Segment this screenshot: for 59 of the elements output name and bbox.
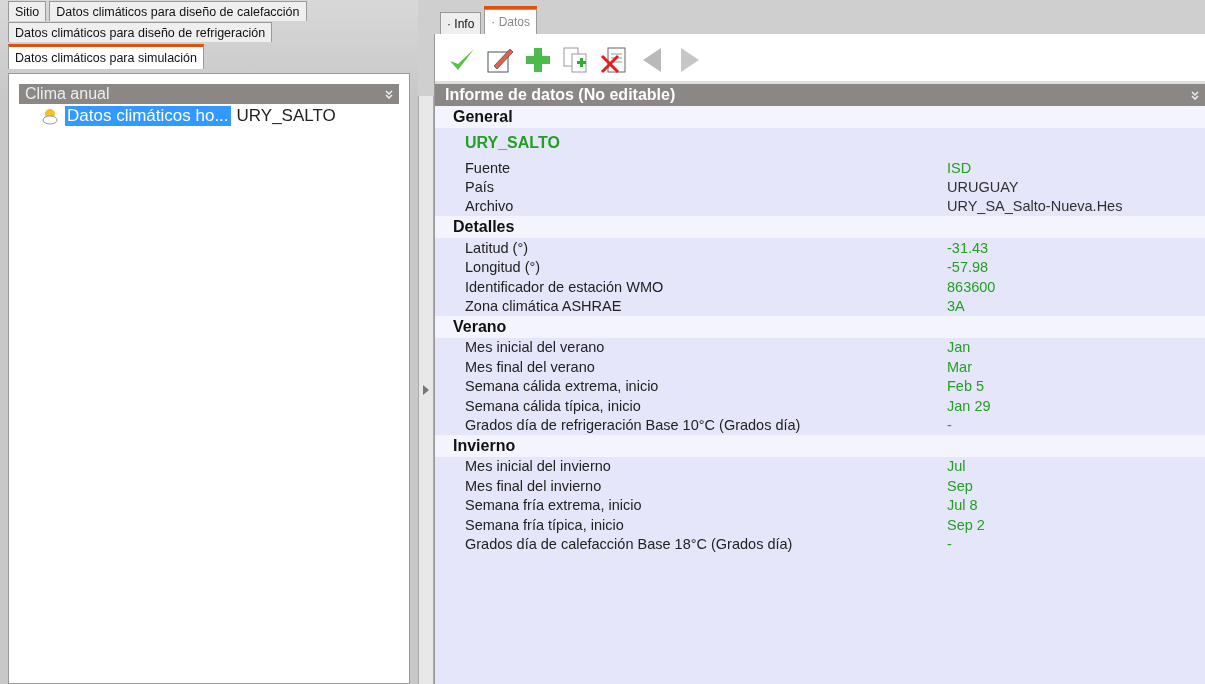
field-label: País <box>465 179 495 196</box>
field-value: - <box>947 417 953 433</box>
field-label: Semana cálida extrema, inicio <box>465 378 660 395</box>
field-label: Semana fría extrema, inicio <box>465 497 643 514</box>
field-label: Semana cálida típica, inicio <box>465 397 642 414</box>
section-title: Invierno <box>435 434 1205 457</box>
tree-item-value: URY_SALTO <box>236 106 336 126</box>
splitter[interactable] <box>418 96 434 684</box>
field-value: - <box>947 535 953 552</box>
plus-icon <box>524 46 552 74</box>
field-value: 863600 <box>947 278 997 295</box>
field-value: -57.98 <box>947 259 990 276</box>
toolbar-button[interactable] <box>599 44 629 76</box>
field-label: Archivo <box>465 198 515 215</box>
field-value: Sep 2 <box>947 516 986 533</box>
field-label: Grados día de refrigeración Base 10°C (Grados día) <box>465 417 802 433</box>
field-value: URUGUAY <box>947 179 1020 196</box>
field-label: Mes inicial del verano <box>465 339 606 356</box>
field-value: ISD <box>947 159 973 176</box>
field-label: Longitud (°) <box>465 259 542 276</box>
tab[interactable]: Sitio <box>8 1 47 21</box>
left-arrow-icon <box>641 47 663 73</box>
field-label: Zona climática ASHRAE <box>465 298 623 315</box>
field-value: -31.43 <box>947 239 990 256</box>
section-title: Detalles <box>435 216 1205 239</box>
field-value: Feb 5 <box>947 378 986 395</box>
field-label: Mes inicial del invierno <box>465 458 612 475</box>
field-label: Mes final del invierno <box>465 477 603 494</box>
expand-arrow-icon[interactable] <box>423 385 429 395</box>
right-arrow-icon <box>679 47 701 73</box>
field-label: Latitud (°) <box>465 239 530 256</box>
document-plus-icon <box>562 46 590 74</box>
tab[interactable]: · Info <box>440 12 482 34</box>
pencil-paper-icon <box>486 46 514 74</box>
field-label: Grados día de calefacción Base 18°C (Grados día) <box>465 535 794 552</box>
tab[interactable]: Datos climáticos para diseño de refrigeración <box>8 22 273 42</box>
section-title: General <box>435 106 1205 128</box>
document-delete-icon <box>600 46 628 74</box>
field-value: 3A <box>947 298 966 315</box>
field-value: URY_SA_Salto-Nueva.Hes <box>947 198 1124 215</box>
collapse-icon[interactable] <box>1191 90 1199 100</box>
field-label: Fuente <box>465 159 512 176</box>
report-title: Informe de datos (No editable) <box>445 86 676 104</box>
field-label: Mes final del verano <box>465 358 596 375</box>
field-value: Sep <box>947 477 974 494</box>
section-title: Verano <box>435 315 1205 338</box>
tab[interactable]: Datos climáticos para simulación <box>8 44 204 69</box>
station-name: URY_SALTO <box>464 133 561 153</box>
sun-cloud-icon <box>41 107 59 125</box>
field-value: Mar <box>947 358 973 375</box>
field-label: Identificador de estación WMO <box>465 278 665 295</box>
collapse-icon[interactable] <box>385 89 393 99</box>
tab[interactable]: · Datos <box>484 9 538 34</box>
field-value: Jul 8 <box>947 497 979 514</box>
field-value: Jan 29 <box>947 397 992 414</box>
field-label: Semana fría típica, inicio <box>465 516 625 533</box>
field-value: Jul <box>947 458 967 475</box>
field-value: Jan <box>947 339 972 356</box>
tab[interactable]: Datos climáticos para diseño de calefacción <box>49 1 307 21</box>
